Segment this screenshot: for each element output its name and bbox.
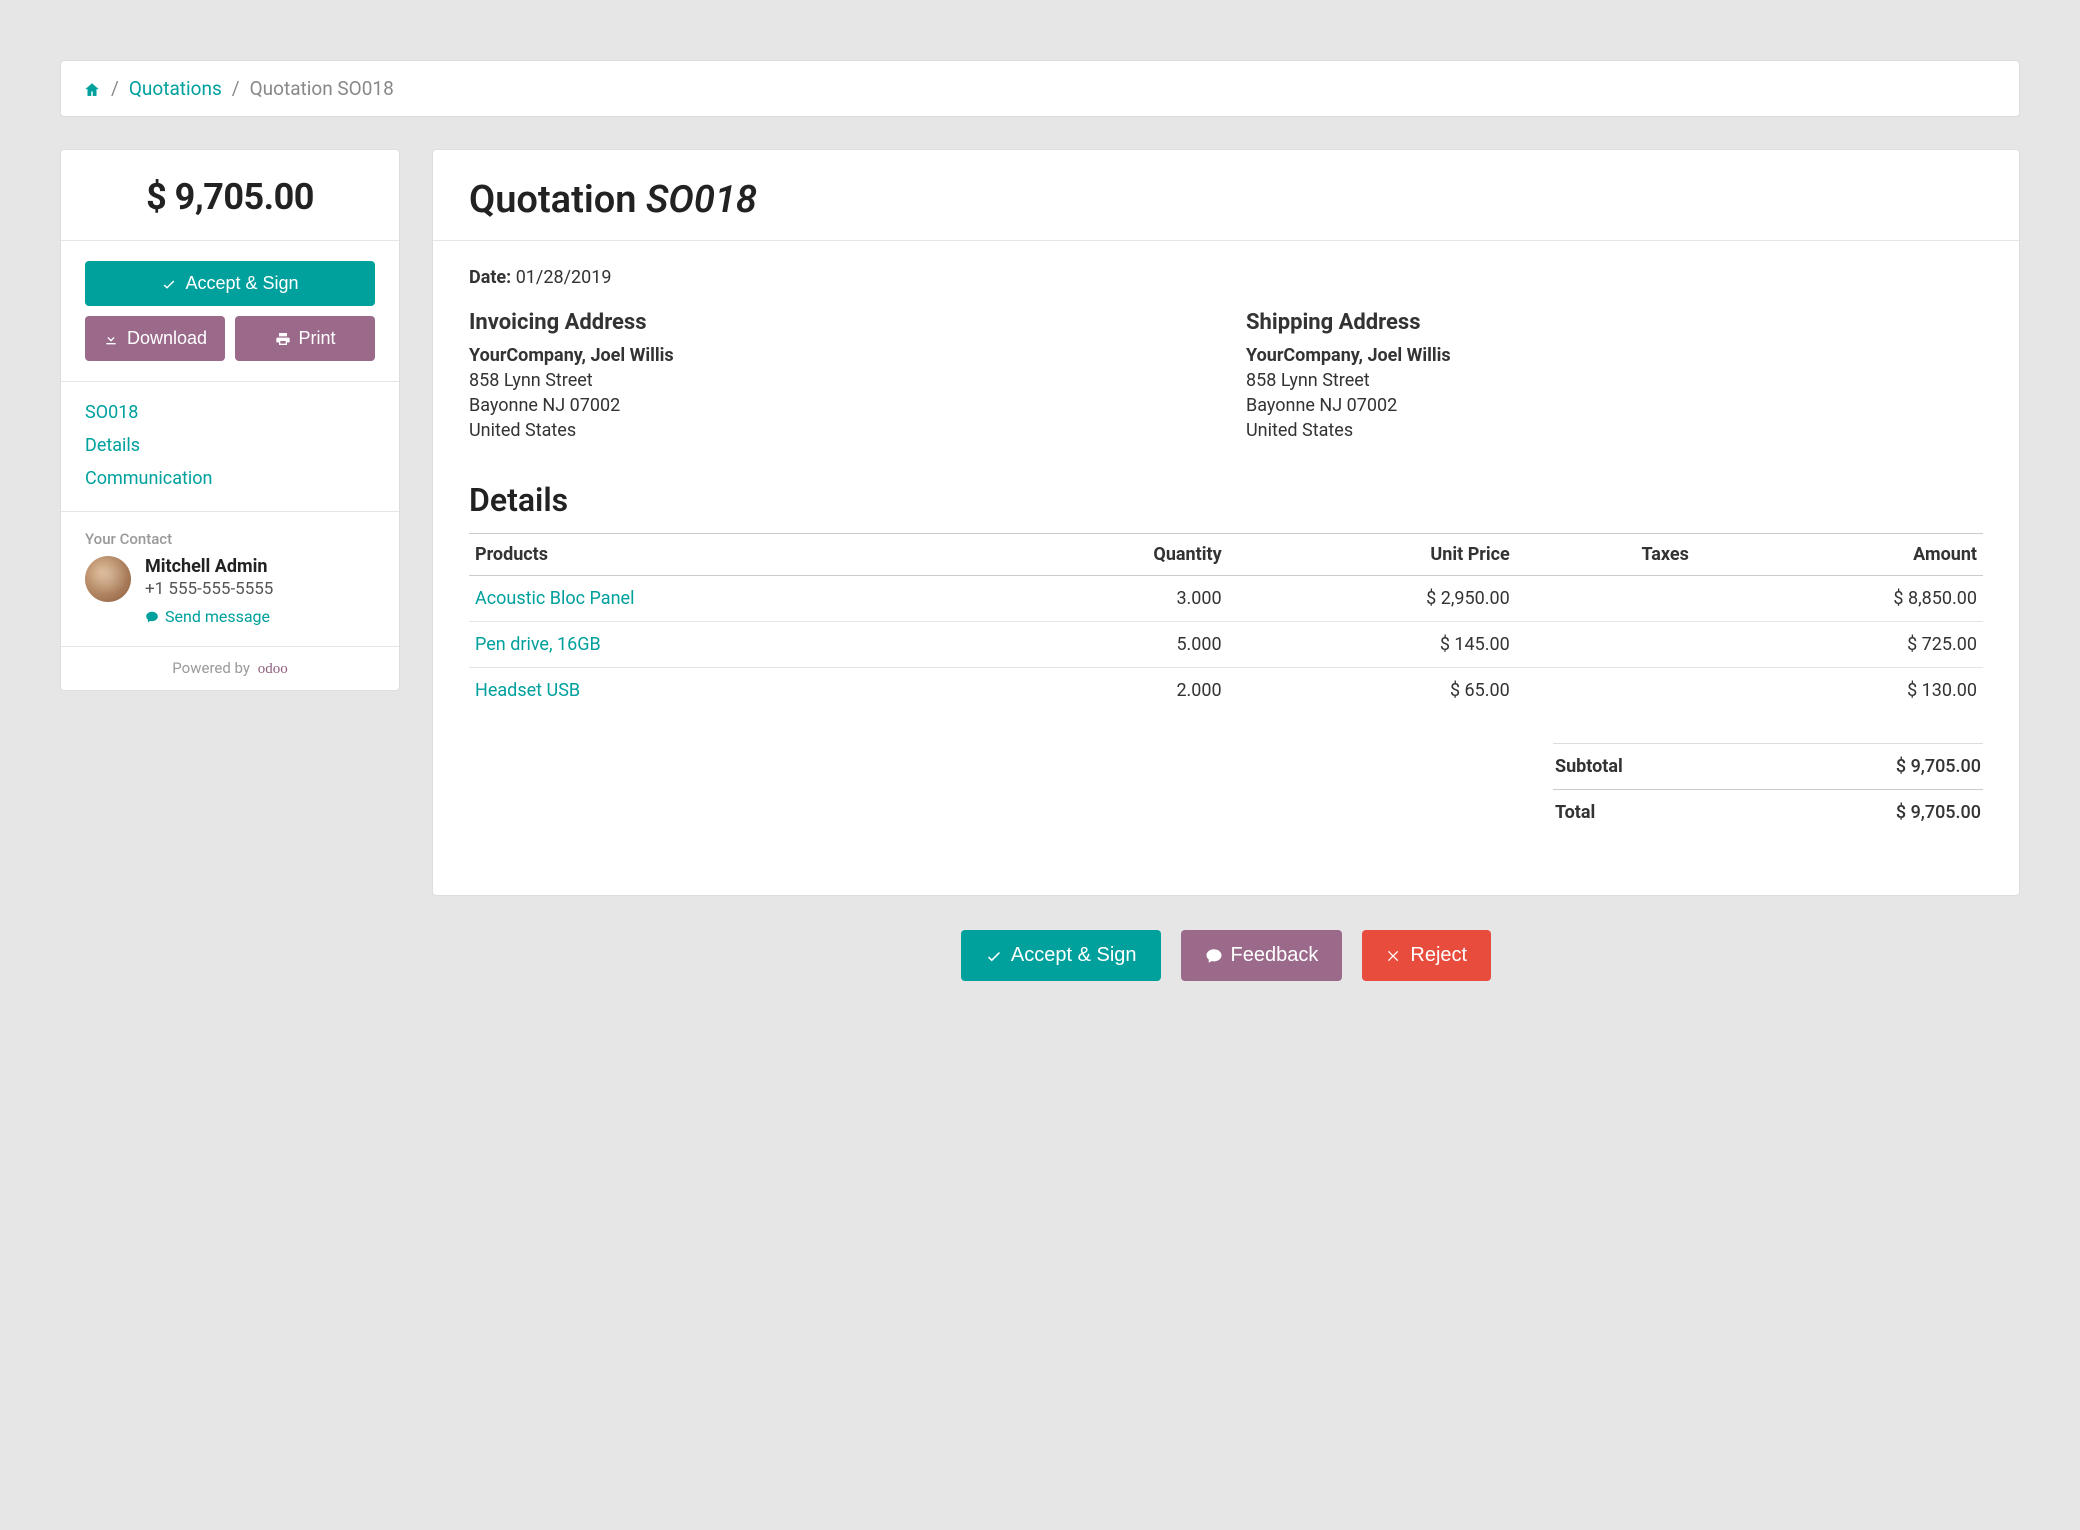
table-header-row: Products Quantity Unit Price Taxes Amoun… — [469, 534, 1983, 576]
sidebar-item-communication[interactable]: Communication — [85, 462, 375, 495]
shipping-street: 858 Lynn Street — [1246, 370, 1983, 391]
invoicing-street: 858 Lynn Street — [469, 370, 1206, 391]
invoicing-city: Bayonne NJ 07002 — [469, 395, 1206, 416]
date-label: Date: — [469, 267, 511, 288]
col-taxes: Taxes — [1516, 534, 1695, 576]
breadcrumb-bar: / Quotations / Quotation SO018 — [60, 60, 2020, 117]
check-icon — [161, 276, 177, 292]
col-quantity: Quantity — [986, 534, 1228, 576]
footer-feedback-label: Feedback — [1231, 944, 1319, 967]
product-link[interactable]: Pen drive, 16GB — [475, 634, 601, 655]
total-row: Total $ 9,705.00 — [1553, 789, 1983, 835]
powered-by: Powered by odoo — [61, 647, 399, 690]
price-box: $ 9,705.00 — [61, 150, 399, 241]
sidebar-actions: Accept & Sign Download Print — [61, 241, 399, 382]
download-icon — [103, 331, 119, 347]
print-button[interactable]: Print — [235, 316, 375, 361]
breadcrumb: / Quotations / Quotation SO018 — [83, 77, 1997, 100]
main: Quotation SO018 Date: 01/28/2019 Invoici… — [432, 149, 2020, 981]
date-row: Date: 01/28/2019 — [469, 267, 1983, 288]
sidebar-item-so[interactable]: SO018 — [85, 396, 375, 429]
items-table: Products Quantity Unit Price Taxes Amoun… — [469, 533, 1983, 713]
main-header: Quotation SO018 — [433, 150, 2019, 241]
details-heading: Details — [469, 481, 1983, 519]
total-price: $ 9,705.00 — [81, 176, 379, 218]
cell-amount: $ 725.00 — [1695, 622, 1983, 668]
shipping-address: Shipping Address YourCompany, Joel Willi… — [1246, 310, 1983, 441]
col-unit-price: Unit Price — [1228, 534, 1516, 576]
cell-tax — [1516, 576, 1695, 622]
invoicing-country: United States — [469, 420, 1206, 441]
contact-box: Your Contact Mitchell Admin +1 555-555-5… — [61, 512, 399, 647]
breadcrumb-quotations[interactable]: Quotations — [129, 77, 222, 100]
download-label: Download — [127, 328, 207, 349]
contact-phone: +1 555-555-5555 — [145, 579, 273, 599]
invoicing-address: Invoicing Address YourCompany, Joel Will… — [469, 310, 1206, 441]
date-value: 01/28/2019 — [516, 267, 612, 288]
cell-qty: 3.000 — [986, 576, 1228, 622]
breadcrumb-current: Quotation SO018 — [250, 77, 394, 100]
check-icon — [985, 947, 1003, 965]
footer-accept-label: Accept & Sign — [1011, 944, 1137, 967]
chat-icon — [1205, 947, 1223, 965]
shipping-heading: Shipping Address — [1246, 310, 1983, 335]
cell-amount: $ 8,850.00 — [1695, 576, 1983, 622]
shipping-name: YourCompany, Joel Willis — [1246, 345, 1983, 366]
cell-unit: $ 145.00 — [1228, 622, 1516, 668]
product-link[interactable]: Acoustic Bloc Panel — [475, 588, 634, 609]
invoicing-name: YourCompany, Joel Willis — [469, 345, 1206, 366]
main-card: Quotation SO018 Date: 01/28/2019 Invoici… — [432, 149, 2020, 896]
sidebar-nav: SO018 Details Communication — [61, 382, 399, 512]
col-amount: Amount — [1695, 534, 1983, 576]
sidebar: $ 9,705.00 Accept & Sign Download Print … — [60, 149, 400, 691]
cell-qty: 5.000 — [986, 622, 1228, 668]
total-label: Total — [1555, 802, 1595, 823]
accept-sign-label: Accept & Sign — [185, 273, 298, 294]
footer-reject-button[interactable]: Reject — [1362, 930, 1491, 981]
invoicing-heading: Invoicing Address — [469, 310, 1206, 335]
shipping-country: United States — [1246, 420, 1983, 441]
avatar — [85, 556, 131, 602]
page-title: Quotation SO018 — [469, 178, 1983, 222]
table-row: Headset USB 2.000$ 65.00 $ 130.00 — [469, 668, 1983, 714]
footer-reject-label: Reject — [1410, 944, 1467, 967]
footer-feedback-button[interactable]: Feedback — [1181, 930, 1343, 981]
shipping-city: Bayonne NJ 07002 — [1246, 395, 1983, 416]
subtotal-row: Subtotal $ 9,705.00 — [1553, 743, 1983, 789]
sidebar-item-details[interactable]: Details — [85, 429, 375, 462]
home-icon[interactable] — [83, 77, 101, 100]
cell-tax — [1516, 668, 1695, 714]
print-label: Print — [299, 328, 336, 349]
cell-qty: 2.000 — [986, 668, 1228, 714]
powered-brand: odoo — [258, 661, 288, 677]
cell-tax — [1516, 622, 1695, 668]
footer-actions: Accept & Sign Feedback Reject — [432, 930, 2020, 981]
download-button[interactable]: Download — [85, 316, 225, 361]
title-id: SO018 — [646, 178, 757, 222]
cell-unit: $ 65.00 — [1228, 668, 1516, 714]
send-message-label: Send message — [165, 607, 270, 626]
close-icon — [1386, 948, 1402, 964]
accept-sign-button[interactable]: Accept & Sign — [85, 261, 375, 306]
col-products: Products — [469, 534, 986, 576]
breadcrumb-sep: / — [111, 77, 119, 100]
cell-unit: $ 2,950.00 — [1228, 576, 1516, 622]
footer-accept-button[interactable]: Accept & Sign — [961, 930, 1161, 981]
print-icon — [275, 331, 291, 347]
cell-amount: $ 130.00 — [1695, 668, 1983, 714]
breadcrumb-sep: / — [232, 77, 240, 100]
chat-icon — [145, 610, 159, 624]
title-word: Quotation — [469, 178, 636, 222]
send-message-link[interactable]: Send message — [145, 607, 270, 626]
contact-name: Mitchell Admin — [145, 556, 273, 577]
powered-label: Powered by — [172, 659, 250, 677]
product-link[interactable]: Headset USB — [475, 680, 580, 701]
subtotal-label: Subtotal — [1555, 756, 1623, 777]
table-row: Pen drive, 16GB 5.000$ 145.00 $ 725.00 — [469, 622, 1983, 668]
totals: Subtotal $ 9,705.00 Total $ 9,705.00 — [1553, 743, 1983, 835]
total-value: $ 9,705.00 — [1896, 802, 1981, 823]
table-row: Acoustic Bloc Panel 3.000$ 2,950.00 $ 8,85… — [469, 576, 1983, 622]
subtotal-value: $ 9,705.00 — [1896, 756, 1981, 777]
contact-label: Your Contact — [85, 530, 375, 548]
